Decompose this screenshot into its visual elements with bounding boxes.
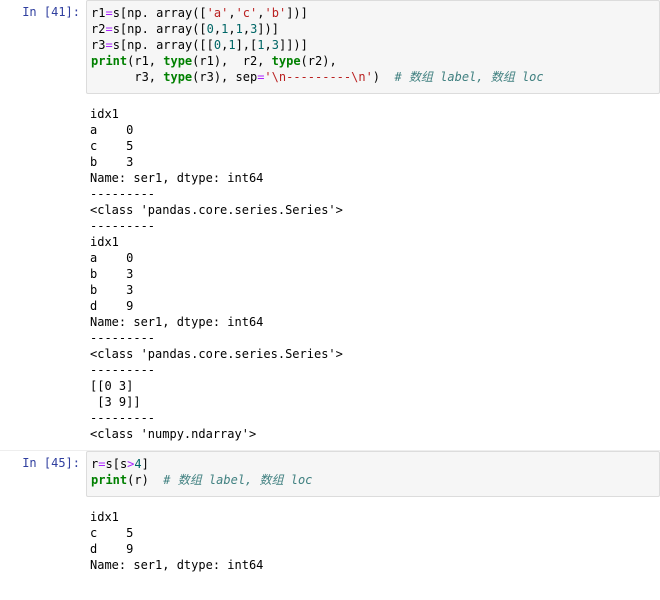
output-area: idx1 c 5 d 9 Name: ser1, dtype: int64 <box>86 497 660 581</box>
code-token-kw: print <box>91 473 127 487</box>
code-token: np <box>127 22 141 36</box>
code-token-kw: type <box>272 54 301 68</box>
output-area: idx1 a 0 c 5 b 3 Name: ser1, dtype: int6… <box>86 94 660 450</box>
code-token: ] <box>257 22 264 36</box>
code-token: ) <box>265 22 272 36</box>
cell-input: In [41]:r1=s[np. array(['a','c','b'])] r… <box>0 0 660 94</box>
code-token-cmt: # 数组 label, 数组 loc <box>394 70 543 84</box>
code-token: [ <box>113 457 120 471</box>
code-token: (r3), sep <box>192 70 257 84</box>
code-token: , <box>228 6 235 20</box>
code-block[interactable]: r1=s[np. array(['a','c','b'])] r2=s[np. … <box>91 5 653 85</box>
output-text: idx1 a 0 c 5 b 3 Name: ser1, dtype: int6… <box>90 98 654 442</box>
code-token-num: 0 <box>207 22 214 36</box>
code-token: [ <box>199 6 206 20</box>
code-token-str: 'b' <box>265 6 287 20</box>
output-text: idx1 c 5 d 9 Name: ser1, dtype: int64 <box>90 501 654 573</box>
cell-output: idx1 a 0 c 5 b 3 Name: ser1, dtype: int6… <box>0 94 660 450</box>
code-token-op: = <box>105 22 112 36</box>
code-token-str: '\n---------\n' <box>264 70 372 84</box>
code-token-kw: type <box>163 70 192 84</box>
code-token: ] <box>272 22 279 36</box>
code-token-num: 1 <box>236 22 243 36</box>
code-token: , <box>228 22 235 36</box>
code-token-num: 1 <box>228 38 235 52</box>
code-token: , <box>257 6 264 20</box>
code-token: (r2), <box>301 54 337 68</box>
code-block[interactable]: r=s[s>4] print(r) # 数组 label, 数组 loc <box>91 456 653 488</box>
cell-output: idx1 c 5 d 9 Name: ser1, dtype: int64 <box>0 497 660 581</box>
input-prompt: In [45]: <box>0 451 86 497</box>
code-token: s <box>113 6 120 20</box>
code-token: array <box>156 38 192 52</box>
code-token: np <box>127 6 141 20</box>
code-token: ]] <box>279 38 293 52</box>
code-token: ) <box>373 70 395 84</box>
code-token-num: 4 <box>134 457 141 471</box>
code-token: ] <box>301 38 308 52</box>
code-token: , <box>265 38 272 52</box>
code-token-op: = <box>105 6 112 20</box>
code-token: [[ <box>199 38 213 52</box>
code-token: s <box>113 22 120 36</box>
code-token: ) <box>293 38 300 52</box>
code-token-num: 1 <box>257 38 264 52</box>
notebook-root: In [41]:r1=s[np. array(['a','c','b'])] r… <box>0 0 660 581</box>
code-token-str: 'c' <box>236 6 258 20</box>
cell-input: In [45]:r=s[s>4] print(r) # 数组 label, 数组… <box>0 450 660 497</box>
code-token: r2 <box>91 22 105 36</box>
code-token-op: = <box>105 38 112 52</box>
code-token: array <box>156 22 192 36</box>
code-token: ] <box>301 6 308 20</box>
output-prompt-spacer <box>0 497 86 581</box>
code-token: ] <box>142 457 149 471</box>
code-token-kw: type <box>163 54 192 68</box>
code-token: (r1, <box>127 54 163 68</box>
code-token: (r1), r2, <box>192 54 271 68</box>
code-token: , <box>243 22 250 36</box>
code-token: ], <box>236 38 250 52</box>
code-token: np <box>127 38 141 52</box>
code-input-area[interactable]: r=s[s>4] print(r) # 数组 label, 数组 loc <box>86 451 660 497</box>
code-token: [ <box>199 22 206 36</box>
code-token: array <box>156 6 192 20</box>
code-input-area[interactable]: r1=s[np. array(['a','c','b'])] r2=s[np. … <box>86 0 660 94</box>
code-token: r3, <box>91 70 163 84</box>
code-token: s <box>105 457 112 471</box>
output-prompt-spacer <box>0 94 86 450</box>
code-token-str: 'a' <box>207 6 229 20</box>
code-token: . <box>142 22 156 36</box>
code-token: r3 <box>91 38 105 52</box>
code-token: s <box>113 38 120 52</box>
code-token: (r) <box>127 473 163 487</box>
code-token: r1 <box>91 6 105 20</box>
code-token-num: 3 <box>272 38 279 52</box>
code-token: . <box>142 6 156 20</box>
input-prompt: In [41]: <box>0 0 86 94</box>
code-token-cmt: # 数组 label, 数组 loc <box>163 473 312 487</box>
code-token: ) <box>293 6 300 20</box>
code-token-kw: print <box>91 54 127 68</box>
code-token: . <box>142 38 156 52</box>
